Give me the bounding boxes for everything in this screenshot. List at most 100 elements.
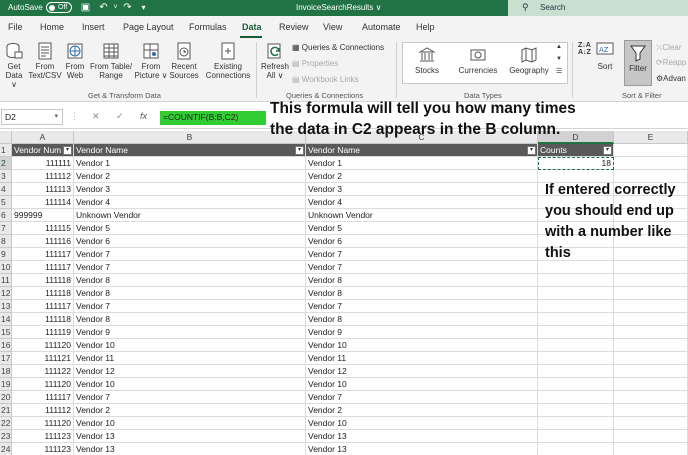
row-header[interactable]: 21	[0, 404, 12, 417]
table-cell[interactable]	[614, 300, 688, 313]
table-cell[interactable]: 111118	[12, 274, 74, 287]
table-cell[interactable]: Vendor 7	[306, 391, 538, 404]
table-cell[interactable]: 111112	[12, 170, 74, 183]
table-cell[interactable]: Vendor 8	[306, 274, 538, 287]
table-cell[interactable]: 111123	[12, 430, 74, 443]
filter-dropdown-icon[interactable]: ▾	[603, 146, 612, 155]
workbook-links-button[interactable]: ▤ Workbook Links	[292, 75, 359, 84]
from-text-csv-button[interactable]: From Text/CSV	[27, 42, 63, 80]
reapply-button[interactable]: ⟳Reapp	[656, 58, 686, 67]
row-header[interactable]: 6	[0, 209, 12, 222]
stocks-button[interactable]: Stocks	[410, 46, 444, 75]
cancel-entry-icon[interactable]: ✕	[92, 111, 100, 122]
table-cell[interactable]: Vendor 1	[306, 157, 538, 170]
table-cell[interactable]: Vendor 13	[74, 430, 306, 443]
clear-filter-button[interactable]: ⤫Clear	[656, 43, 682, 53]
tab-insert[interactable]: Insert	[82, 22, 105, 32]
tab-file[interactable]: File	[8, 22, 23, 32]
tab-page-layout[interactable]: Page Layout	[123, 22, 174, 32]
table-cell[interactable]: Vendor 11	[74, 352, 306, 365]
table-cell[interactable]: Vendor 7	[306, 300, 538, 313]
table-cell[interactable]	[614, 274, 688, 287]
filter-button[interactable]: Filter	[626, 44, 650, 73]
table-cell[interactable]: Vendor 4	[306, 196, 538, 209]
table-cell[interactable]	[614, 365, 688, 378]
geography-button[interactable]: Geography	[508, 46, 550, 75]
tab-review[interactable]: Review	[279, 22, 309, 32]
table-cell[interactable]: Vendor 4	[74, 196, 306, 209]
recent-sources-button[interactable]: Recent Sources	[168, 42, 200, 80]
table-cell[interactable]: Vendor 12	[306, 365, 538, 378]
queries-connections-button[interactable]: ▦ Queries & Connections	[292, 43, 384, 52]
table-cell[interactable]: 111123	[12, 443, 74, 455]
table-cell[interactable]	[538, 443, 614, 455]
row-header[interactable]: 22	[0, 417, 12, 430]
table-cell[interactable]	[538, 417, 614, 430]
row-header[interactable]: 20	[0, 391, 12, 404]
window-title[interactable]: InvoiceSearchResults ∨	[296, 3, 381, 12]
table-cell[interactable]: Vendor 13	[74, 443, 306, 455]
from-web-button[interactable]: From Web	[62, 42, 88, 80]
table-cell[interactable]	[614, 404, 688, 417]
table-cell[interactable]	[614, 339, 688, 352]
table-cell[interactable]: Vendor 9	[74, 326, 306, 339]
table-cell[interactable]	[614, 287, 688, 300]
search-box[interactable]: ⚲ Search	[508, 0, 688, 16]
table-cell[interactable]: Vendor 10	[306, 339, 538, 352]
undo-dropdown-icon[interactable]: ˅	[110, 2, 121, 13]
gallery-expand[interactable]: ☰	[556, 67, 562, 75]
table-cell[interactable]: Vendor 8	[306, 313, 538, 326]
sort-button[interactable]: AZ Sort	[594, 42, 616, 71]
row-header[interactable]: 11	[0, 274, 12, 287]
column-header-e[interactable]: E	[614, 131, 688, 144]
table-cell[interactable]: 111117	[12, 391, 74, 404]
table-cell[interactable]	[614, 352, 688, 365]
row-header[interactable]: 9	[0, 248, 12, 261]
table-cell[interactable]: 111116	[12, 235, 74, 248]
table-cell[interactable]: Vendor 5	[306, 222, 538, 235]
table-cell[interactable]	[538, 430, 614, 443]
from-picture-button[interactable]: From Picture ∨	[134, 42, 168, 80]
table-cell[interactable]: Vendor 3	[74, 183, 306, 196]
from-table-range-button[interactable]: From Table/ Range	[89, 42, 133, 80]
table-cell[interactable]: 111122	[12, 365, 74, 378]
currencies-button[interactable]: Currencies	[456, 46, 500, 75]
filter-dropdown-icon[interactable]: ▾	[63, 146, 72, 155]
table-cell[interactable]	[614, 326, 688, 339]
table-cell[interactable]: Vendor 13	[306, 443, 538, 455]
table-cell[interactable]	[538, 300, 614, 313]
table-cell[interactable]	[538, 313, 614, 326]
column-header-a[interactable]: A	[12, 131, 74, 144]
autosave-toggle[interactable]: Off	[46, 2, 72, 13]
tab-view[interactable]: View	[323, 22, 342, 32]
table-cell[interactable]: 111117	[12, 261, 74, 274]
table-cell[interactable]: 111121	[12, 352, 74, 365]
row-header[interactable]: 23	[0, 430, 12, 443]
table-cell[interactable]: Vendor 7	[74, 300, 306, 313]
row-header[interactable]: 14	[0, 313, 12, 326]
table-cell[interactable]: Vendor 11	[306, 352, 538, 365]
row-header[interactable]: 2	[0, 157, 12, 170]
table-cell[interactable]: Vendor 1	[74, 157, 306, 170]
table-cell[interactable]	[614, 157, 688, 170]
tab-formulas[interactable]: Formulas	[189, 22, 227, 32]
table-cell[interactable]: Vendor 6	[306, 235, 538, 248]
table-cell[interactable]: 111111	[12, 157, 74, 170]
existing-connections-button[interactable]: Existing Connections	[204, 42, 252, 80]
table-cell[interactable]: 111114	[12, 196, 74, 209]
insert-function-icon[interactable]: fx	[140, 111, 147, 121]
get-data-button[interactable]: Get Data ∨	[2, 42, 26, 89]
table-cell[interactable]: Vendor 10	[74, 339, 306, 352]
properties-button[interactable]: ▤ Properties	[292, 59, 338, 68]
table-cell[interactable]	[614, 378, 688, 391]
row-header[interactable]: 19	[0, 378, 12, 391]
row-header[interactable]: 24	[0, 443, 12, 455]
table-cell[interactable]: 111117	[12, 300, 74, 313]
formula-input[interactable]: =COUNTIF(B:B,C2)	[160, 111, 266, 125]
table-cell[interactable]: 999999	[12, 209, 74, 222]
select-all-corner[interactable]	[0, 131, 12, 144]
table-cell[interactable]	[538, 274, 614, 287]
row-header[interactable]: 17	[0, 352, 12, 365]
enter-entry-icon[interactable]: ✓	[116, 111, 124, 122]
row-header[interactable]: 5	[0, 196, 12, 209]
